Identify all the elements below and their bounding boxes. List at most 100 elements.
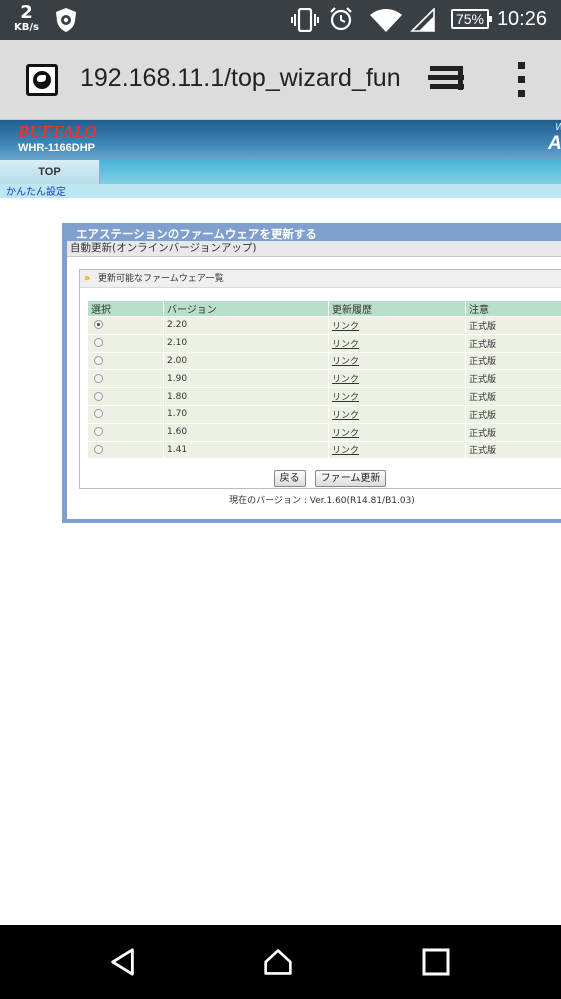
panel-title: エアステーションのファームウェアを更新する [76,227,317,241]
network-speed-unit: KB/s [14,22,39,33]
back-button[interactable]: 戻る [273,470,306,487]
history-link[interactable]: リンク [332,429,359,439]
section-heading: 自動更新(オンラインバージョンアップ) [67,241,561,257]
history-link[interactable]: リンク [332,357,359,367]
firmware-panel: エアステーションのファームウェアを更新する 自動更新(オンラインバージョンアップ… [62,223,561,523]
history-link[interactable]: リンク [332,411,359,421]
site-info-icon[interactable] [26,64,58,96]
note-cell: 正式版 [466,388,561,405]
table-row: 2.10 リンク 正式版 [88,334,561,352]
version-radio[interactable] [94,320,103,330]
airstation-logo: Ai [548,133,561,154]
panel-body: 自動更新(オンラインバージョンアップ) » 更新可能なファームウェア一覧 選択 … [67,241,561,519]
table-row: 1.60 リンク 正式版 [88,423,561,441]
select-cell [88,423,163,441]
url-bar[interactable]: 192.168.11.1/top_wizard_func [80,64,400,93]
version-radio[interactable] [94,338,103,348]
col-note: 注意 [466,301,561,316]
vibrate-icon [291,8,319,32]
history-cell: リンク [329,441,465,459]
browser-toolbar: 192.168.11.1/top_wizard_func [0,40,561,120]
note-cell: 正式版 [466,441,561,459]
tab-top[interactable]: TOP [0,160,100,184]
history-link[interactable]: リンク [332,340,359,350]
table-row: 1.41 リンク 正式版 [88,441,561,459]
col-version: バージョン [164,301,328,316]
version-radio[interactable] [94,391,103,401]
network-speed-value: 2 [20,2,33,23]
history-link[interactable]: リンク [332,375,359,385]
history-cell: リンク [329,334,465,352]
version-cell: 1.70 [164,405,328,423]
cell-signal-icon [410,8,435,32]
firmware-list-box: » 更新可能なファームウェア一覧 選択 バージョン 更新履歴 注意 2.20 リ… [79,269,561,489]
select-cell [88,388,163,405]
version-cell: 1.90 [164,370,328,388]
history-cell: リンク [329,352,465,370]
network-speed: 2 KB/s [14,4,39,33]
history-cell: リンク [329,317,465,334]
home-icon[interactable] [263,947,293,977]
table-header-row: 選択 バージョン 更新履歴 注意 [88,301,561,316]
table-row: 1.80 リンク 正式版 [88,388,561,405]
sub-nav: かんたん設定 [0,184,561,198]
note-cell: 正式版 [466,317,561,334]
clock: 10:26 [496,8,547,30]
web-page: BUFFALO WHR-1166DHP W Ai TOP かんたん設定 エアステ… [0,120,561,925]
select-cell [88,352,163,370]
brand-right-top: W [555,122,561,133]
firmware-list-heading: » 更新可能なファームウェア一覧 [80,270,561,288]
alarm-icon [330,7,352,31]
history-link[interactable]: リンク [332,393,359,403]
col-history: 更新履歴 [329,301,465,316]
select-cell [88,317,163,334]
col-select: 選択 [88,301,163,316]
tabs-switcher-icon[interactable] [428,66,468,94]
table-row: 2.20 リンク 正式版 [88,317,561,334]
note-cell: 正式版 [466,405,561,423]
easy-setup-link[interactable]: かんたん設定 [6,183,66,198]
double-chevron-icon: » [84,273,91,284]
model-name: WHR-1166DHP [18,142,96,154]
version-cell: 2.10 [164,334,328,352]
history-link[interactable]: リンク [332,446,359,456]
version-radio[interactable] [94,355,103,365]
table-row: 2.00 リンク 正式版 [88,352,561,370]
history-cell: リンク [329,370,465,388]
firmware-list-title: 更新可能なファームウェア一覧 [98,274,224,284]
history-cell: リンク [329,423,465,441]
recents-icon[interactable] [421,947,451,977]
history-link[interactable]: リンク [332,322,359,332]
button-row: 戻る ファーム更新 [80,466,561,487]
status-bar: 2 KB/s 75% 10:26 [0,0,561,40]
table-row: 1.90 リンク 正式版 [88,370,561,388]
select-cell [88,441,163,459]
battery-indicator: 75% [451,9,492,29]
version-cell: 1.60 [164,423,328,441]
version-cell: 1.41 [164,441,328,459]
wifi-icon [370,9,402,32]
history-cell: リンク [329,405,465,423]
version-radio[interactable] [94,409,103,419]
select-cell [88,334,163,352]
note-cell: 正式版 [466,334,561,352]
note-cell: 正式版 [466,370,561,388]
shield-app-icon [56,8,76,32]
firmware-update-button[interactable]: ファーム更新 [314,470,387,487]
version-radio[interactable] [94,373,103,383]
router-header: BUFFALO WHR-1166DHP W Ai [0,120,561,160]
history-cell: リンク [329,388,465,405]
version-radio[interactable] [94,444,103,454]
overflow-menu-icon[interactable] [518,62,526,98]
table-row: 1.70 リンク 正式版 [88,405,561,423]
buffalo-logo: BUFFALO [18,122,97,141]
system-nav-bar [0,925,561,999]
current-version-text: 現在のバージョン : Ver.1.60(R14.81/B1.03) [229,496,415,506]
version-cell: 2.00 [164,352,328,370]
select-cell [88,405,163,423]
back-icon[interactable] [108,947,138,977]
firmware-table: 選択 バージョン 更新履歴 注意 2.20 リンク 正式版 2.10 リンク 正… [87,300,561,459]
select-cell [88,370,163,388]
note-cell: 正式版 [466,352,561,370]
version-radio[interactable] [94,427,103,437]
